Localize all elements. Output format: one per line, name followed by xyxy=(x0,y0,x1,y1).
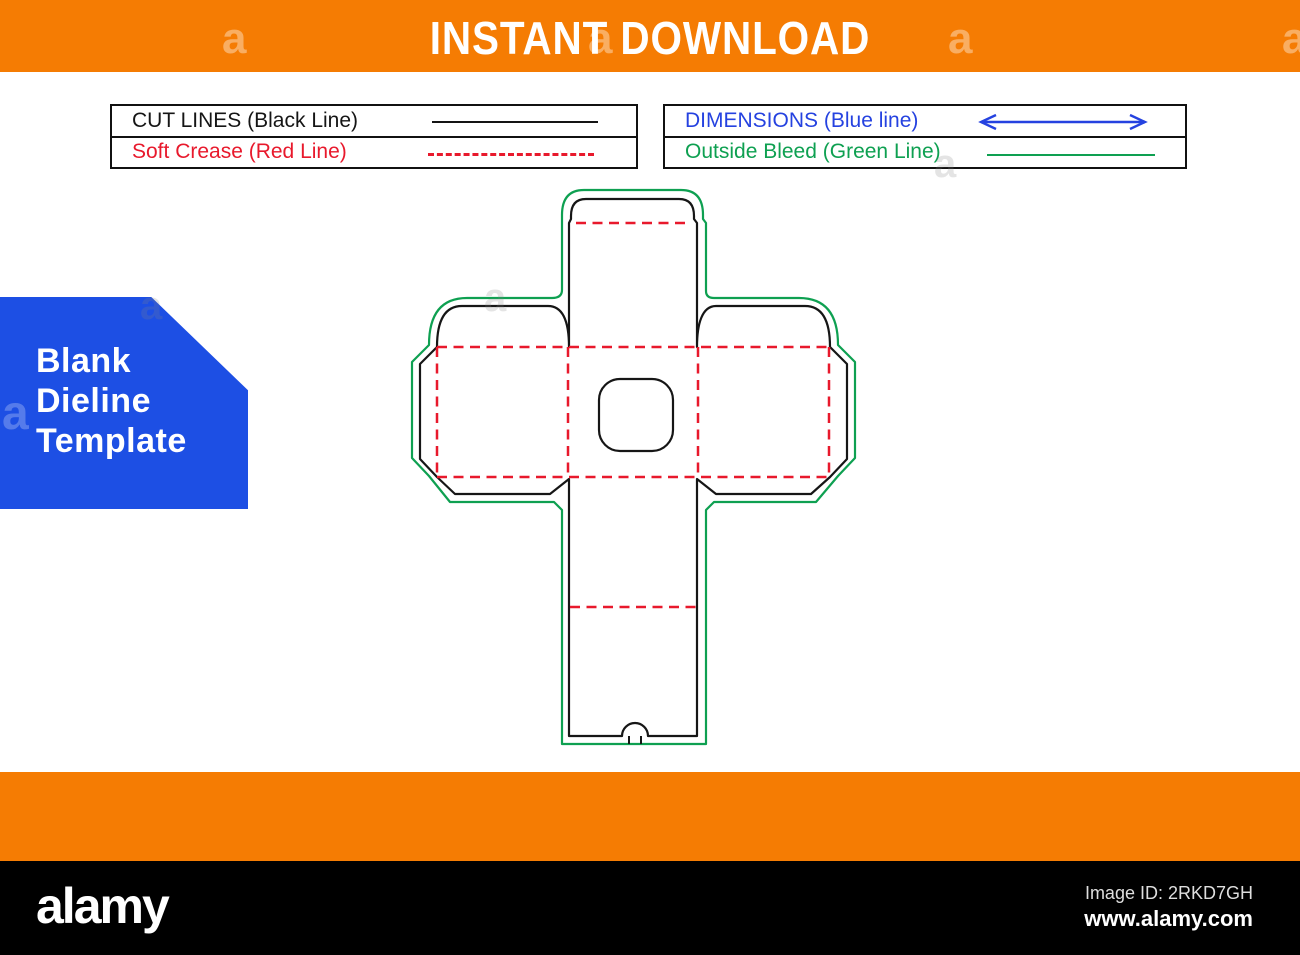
alamy-url-text: www.alamy.com xyxy=(1084,906,1253,931)
bleed-line-sample xyxy=(987,153,1155,156)
legend-label-soft-crease: Soft Crease (Red Line) xyxy=(132,140,347,164)
legend-label-dimensions: DIMENSIONS (Blue line) xyxy=(685,108,919,132)
legend-row-dimensions: DIMENSIONS (Blue line) xyxy=(665,106,1185,136)
cut-line-sample xyxy=(432,121,598,123)
blank-dieline-badge: Blank Dieline Template xyxy=(0,297,248,509)
alamy-info-bar: alamy Image ID: 2RKD7GH www.alamy.com xyxy=(0,861,1300,955)
legend-label-cut-lines: CUT LINES (Black Line) xyxy=(132,108,359,132)
header-bar: INSTANT DOWNLOAD xyxy=(0,0,1300,72)
crease-lines-red xyxy=(435,221,831,609)
center-hole-cutout xyxy=(597,377,675,453)
legend-cut-crease: CUT LINES (Black Line) Soft Crease (Red … xyxy=(110,104,638,169)
legend-label-outside-bleed: Outside Bleed (Green Line) xyxy=(685,140,941,164)
page-title: INSTANT DOWNLOAD xyxy=(429,12,871,64)
badge-line-1: Blank xyxy=(36,342,132,380)
watermark-a: a xyxy=(484,276,507,320)
badge-line-2: Dieline xyxy=(36,382,151,420)
badge-line-3: Template xyxy=(36,422,187,460)
alamy-meta: Image ID: 2RKD7GH www.alamy.com xyxy=(1084,881,1253,933)
notch-stub-lines xyxy=(628,736,642,744)
bleed-outline-green xyxy=(410,188,857,746)
cut-outline-black xyxy=(418,197,849,738)
legend-row-outside-bleed: Outside Bleed (Green Line) xyxy=(665,135,1185,168)
dimension-arrow-icon xyxy=(973,112,1153,137)
image-id-text: Image ID: 2RKD7GH xyxy=(1084,883,1253,903)
alamy-logo: alamy xyxy=(36,878,170,934)
crease-line-sample xyxy=(428,152,594,156)
footer-bar xyxy=(0,772,1300,861)
stock-image-page: INSTANT DOWNLOAD CUT LINES (Black Line) … xyxy=(0,0,1300,955)
legend-row-cut-lines: CUT LINES (Black Line) xyxy=(112,106,636,136)
legend-row-soft-crease: Soft Crease (Red Line) xyxy=(112,135,636,168)
badge-text: Blank Dieline Template xyxy=(0,297,248,461)
legend-dimension-bleed: DIMENSIONS (Blue line) Outside Bleed (Gr… xyxy=(663,104,1187,169)
